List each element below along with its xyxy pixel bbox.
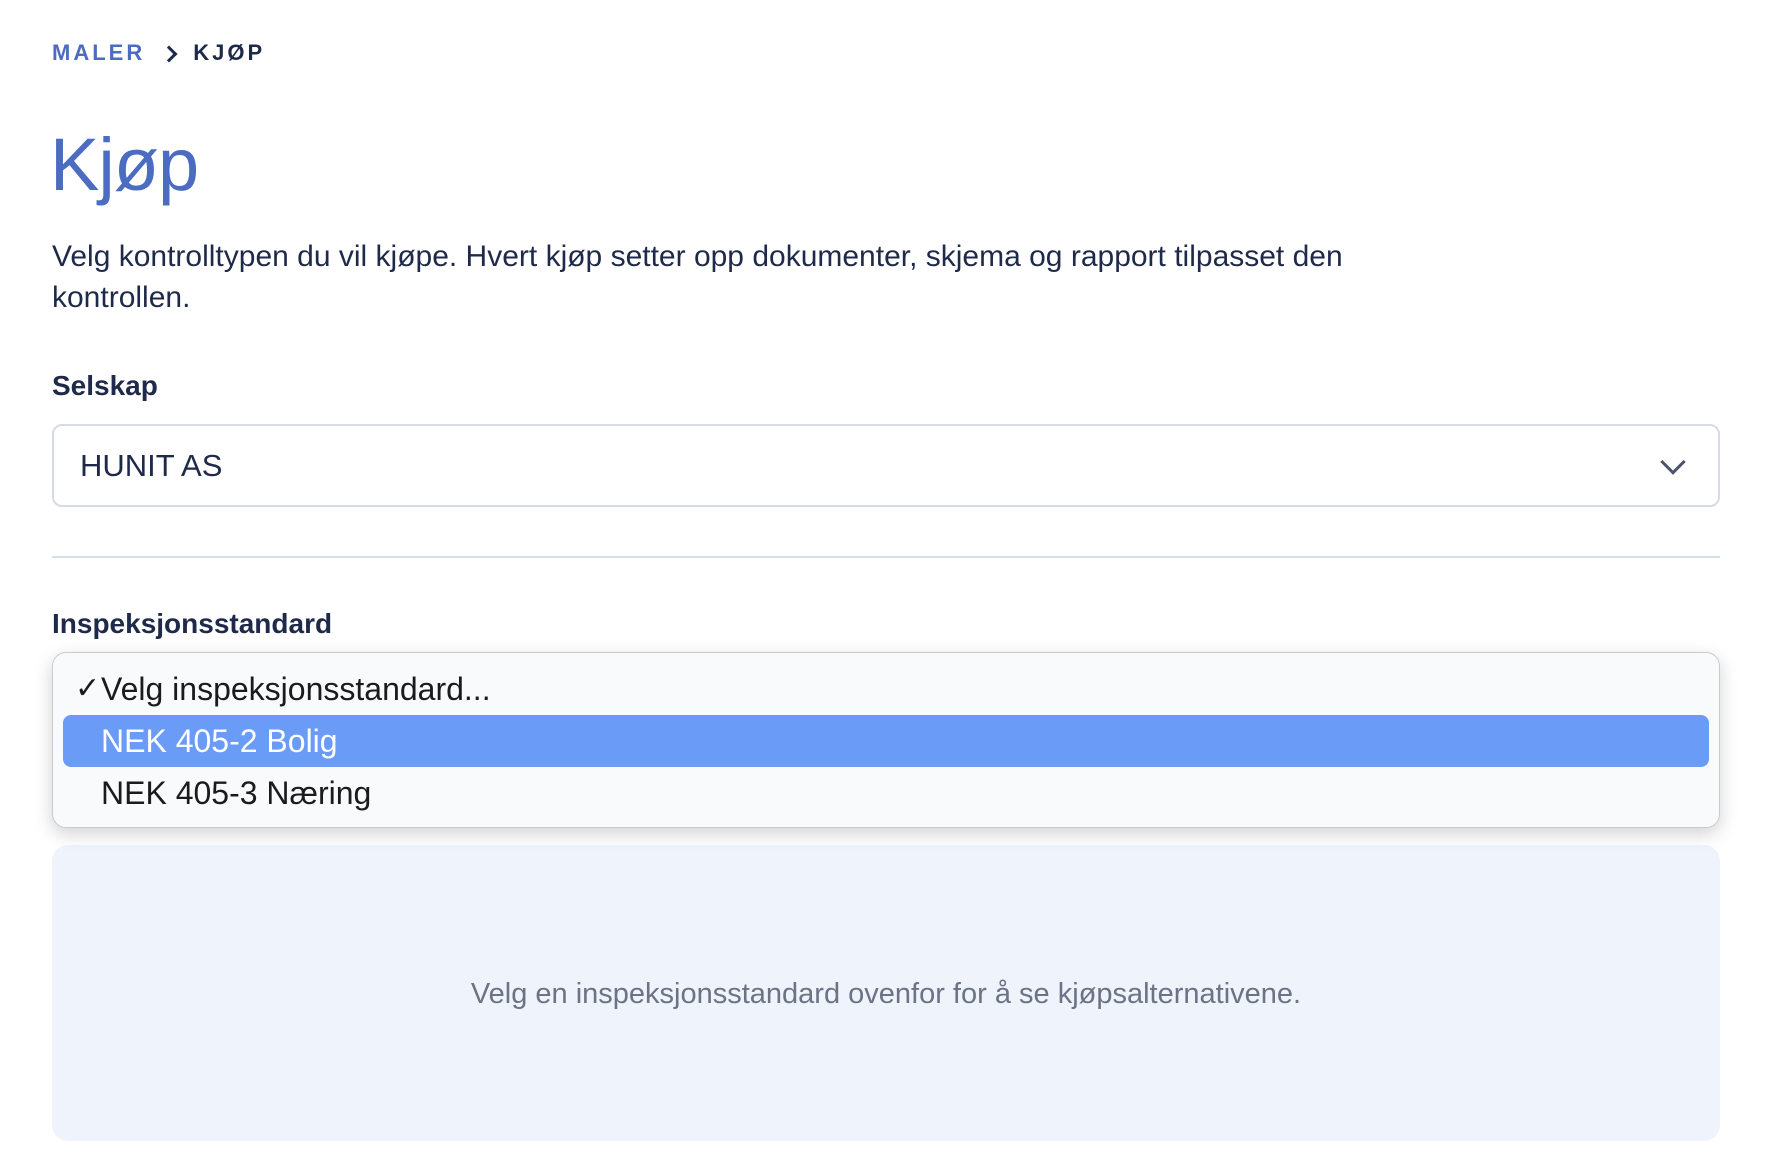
breadcrumb-current: KJØP [193, 40, 266, 65]
standard-dropdown-menu: ✓ Velg inspeksjonsstandard... NEK 405-2 … [52, 652, 1720, 828]
chevron-down-icon [1662, 457, 1680, 475]
company-select[interactable]: HUNIT AS [52, 424, 1720, 507]
empty-state-text: Velg en inspeksjonsstandard ovenfor for … [470, 977, 1302, 1010]
checkmark-icon: ✓ [75, 672, 101, 705]
company-label: Selskap [52, 370, 158, 401]
section-divider [52, 556, 1720, 558]
purchase-page: MALER KJØP Kjøp Velg kontrolltypen du vi… [0, 0, 1768, 1168]
standard-label: Inspeksjonsstandard [52, 608, 333, 639]
option-label: Velg inspeksjonsstandard... [101, 670, 491, 707]
page-title: Kjøp [50, 123, 199, 206]
standard-option-placeholder[interactable]: ✓ Velg inspeksjonsstandard... [63, 663, 1709, 715]
breadcrumb: MALER KJØP [52, 40, 265, 66]
breadcrumb-link-maler[interactable]: MALER [52, 40, 145, 66]
chevron-right-icon [163, 47, 175, 59]
purchase-options-panel: Velg en inspeksjonsstandard ovenfor for … [52, 845, 1720, 1141]
standard-option-nek-405-3[interactable]: NEK 405-3 Næring [63, 767, 1709, 819]
company-select-value: HUNIT AS [80, 447, 223, 483]
option-label: NEK 405-2 Bolig [101, 722, 338, 759]
page-intro: Velg kontrolltypen du vil kjøpe. Hvert k… [52, 240, 1343, 314]
standard-option-nek-405-2[interactable]: NEK 405-2 Bolig [63, 715, 1709, 767]
option-label: NEK 405-3 Næring [101, 774, 372, 811]
